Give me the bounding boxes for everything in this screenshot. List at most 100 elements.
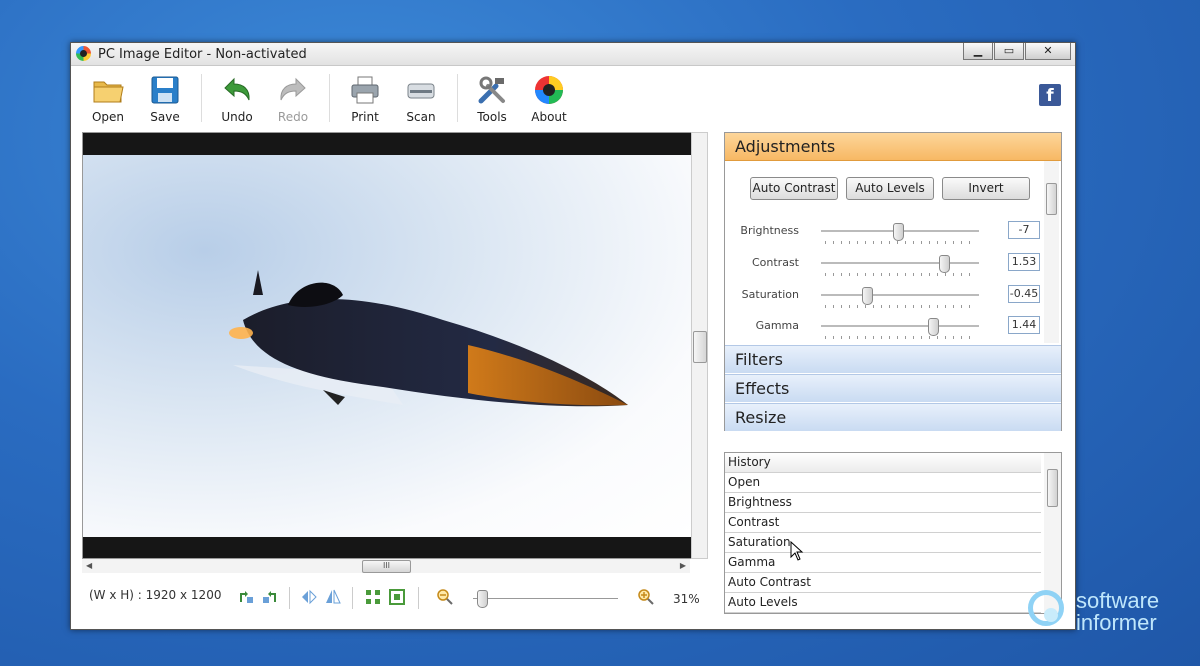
- folder-icon: [93, 81, 124, 103]
- actual-size-icon[interactable]: [388, 588, 406, 606]
- tools-icon: [478, 76, 505, 104]
- effects-header[interactable]: Effects: [725, 374, 1061, 402]
- adjustments-header[interactable]: Adjustments: [725, 133, 1061, 161]
- status-separator: [418, 587, 419, 609]
- zoom-percentage: 31%: [673, 592, 700, 606]
- history-header: History: [725, 453, 1041, 473]
- history-list: History Open Brightness Contrast Saturat…: [724, 452, 1062, 614]
- floppy-disk-icon: [151, 76, 179, 104]
- canvas-horizontal-scrollbar[interactable]: ◀ III ▶: [82, 559, 690, 573]
- vertical-scroll-thumb[interactable]: [693, 331, 707, 363]
- title-bar[interactable]: PC Image Editor - Non-activated ▁ ▭ ✕: [71, 43, 1075, 66]
- gamma-label: Gamma: [755, 319, 799, 332]
- minimize-button[interactable]: ▁: [963, 43, 993, 60]
- adjustments-scroll-thumb[interactable]: [1046, 183, 1057, 215]
- contrast-slider-thumb[interactable]: [939, 255, 951, 273]
- tools-button[interactable]: Tools: [464, 70, 520, 124]
- close-button[interactable]: ✕: [1025, 43, 1071, 60]
- toolbar-separator: [329, 74, 330, 122]
- color-wheel-icon: [535, 76, 563, 104]
- photo-image: [83, 155, 691, 537]
- contrast-slider[interactable]: [821, 262, 979, 265]
- save-button[interactable]: Save: [137, 70, 193, 124]
- tools-label: Tools: [477, 110, 507, 124]
- letterbox-bottom: [83, 537, 691, 558]
- list-item[interactable]: Auto Contrast: [725, 573, 1041, 593]
- zoom-slider-track[interactable]: [473, 598, 618, 599]
- auto-contrast-button[interactable]: Auto Contrast: [750, 177, 838, 200]
- list-item[interactable]: Auto Levels: [725, 593, 1041, 613]
- facebook-icon[interactable]: f: [1039, 84, 1061, 106]
- slider-ticks: [825, 336, 977, 339]
- brightness-label: Brightness: [740, 224, 799, 237]
- scan-button[interactable]: Scan: [393, 70, 449, 124]
- print-button[interactable]: Print: [337, 70, 393, 124]
- about-label: About: [531, 110, 567, 124]
- status-separator: [289, 587, 290, 609]
- filters-header[interactable]: Filters: [725, 345, 1061, 373]
- saturation-value[interactable]: -0.45: [1008, 285, 1040, 303]
- watermark-logo-icon: [1028, 590, 1064, 626]
- brightness-slider-thumb[interactable]: [893, 223, 905, 241]
- image-canvas[interactable]: [82, 132, 692, 559]
- fit-to-window-icon[interactable]: [364, 588, 382, 606]
- canvas-vertical-scrollbar[interactable]: [691, 132, 708, 559]
- about-button[interactable]: About: [521, 70, 577, 124]
- jet-car-image: [229, 270, 628, 407]
- mouse-cursor-icon: [790, 541, 804, 561]
- undo-label: Undo: [221, 110, 253, 124]
- saturation-slider-row: Saturation -0.45: [725, 285, 1045, 318]
- list-item[interactable]: Saturation: [725, 533, 1041, 553]
- auto-levels-button[interactable]: Auto Levels: [846, 177, 934, 200]
- status-separator: [352, 587, 353, 609]
- open-label: Open: [91, 110, 125, 124]
- slider-ticks: [825, 273, 977, 276]
- zoom-out-icon[interactable]: [436, 588, 454, 606]
- invert-button[interactable]: Invert: [942, 177, 1030, 200]
- print-label: Print: [351, 110, 379, 124]
- scroll-right-arrow-icon[interactable]: ▶: [680, 561, 686, 570]
- toolbar-separator: [457, 74, 458, 122]
- undo-button[interactable]: Undo: [209, 70, 265, 124]
- scroll-left-arrow-icon[interactable]: ◀: [86, 561, 92, 570]
- list-item[interactable]: Brightness: [725, 493, 1041, 513]
- letterbox-top: [83, 133, 691, 155]
- printer-icon: [351, 76, 379, 104]
- zoom-slider-thumb[interactable]: [476, 590, 488, 608]
- gamma-value[interactable]: 1.44: [1008, 316, 1040, 334]
- image-dimensions: (W x H) : 1920 x 1200: [89, 588, 222, 602]
- slider-ticks: [825, 241, 977, 244]
- horizontal-scroll-thumb[interactable]: III: [362, 560, 411, 573]
- maximize-button[interactable]: ▭: [994, 43, 1024, 60]
- open-button[interactable]: Open: [80, 70, 136, 124]
- rotate-right-icon[interactable]: [261, 588, 279, 606]
- watermark-line2: informer: [1076, 610, 1157, 635]
- scanner-icon: [407, 83, 435, 99]
- redo-label: Redo: [277, 110, 309, 124]
- saturation-slider[interactable]: [821, 294, 979, 297]
- contrast-value[interactable]: 1.53: [1008, 253, 1040, 271]
- window-title: PC Image Editor - Non-activated: [98, 47, 307, 62]
- app-icon: [76, 46, 91, 61]
- scan-label: Scan: [406, 110, 436, 124]
- brightness-value[interactable]: -7: [1008, 221, 1040, 239]
- list-item[interactable]: Contrast: [725, 513, 1041, 533]
- saturation-slider-thumb[interactable]: [861, 287, 873, 305]
- saturation-label: Saturation: [741, 288, 799, 301]
- resize-header[interactable]: Resize: [725, 403, 1061, 431]
- rotate-left-icon[interactable]: [237, 588, 255, 606]
- list-item[interactable]: Gamma: [725, 553, 1041, 573]
- adjustments-panel: Adjustments Auto Contrast Auto Levels In…: [724, 132, 1062, 431]
- toolbar: Open Save Undo Redo Print Scan Tools Abo…: [71, 66, 1075, 128]
- zoom-in-icon[interactable]: [637, 588, 655, 606]
- flip-vertical-icon[interactable]: [324, 588, 342, 606]
- redo-button[interactable]: Redo: [265, 70, 321, 124]
- software-informer-watermark: software informer: [1028, 588, 1200, 638]
- gamma-slider[interactable]: [821, 325, 979, 328]
- list-item[interactable]: Open: [725, 473, 1041, 493]
- gamma-slider-thumb[interactable]: [928, 318, 940, 336]
- history-scroll-thumb[interactable]: [1047, 469, 1058, 507]
- adjustments-scrollbar[interactable]: [1044, 161, 1059, 343]
- slider-ticks: [825, 305, 977, 308]
- flip-horizontal-icon[interactable]: [300, 588, 318, 606]
